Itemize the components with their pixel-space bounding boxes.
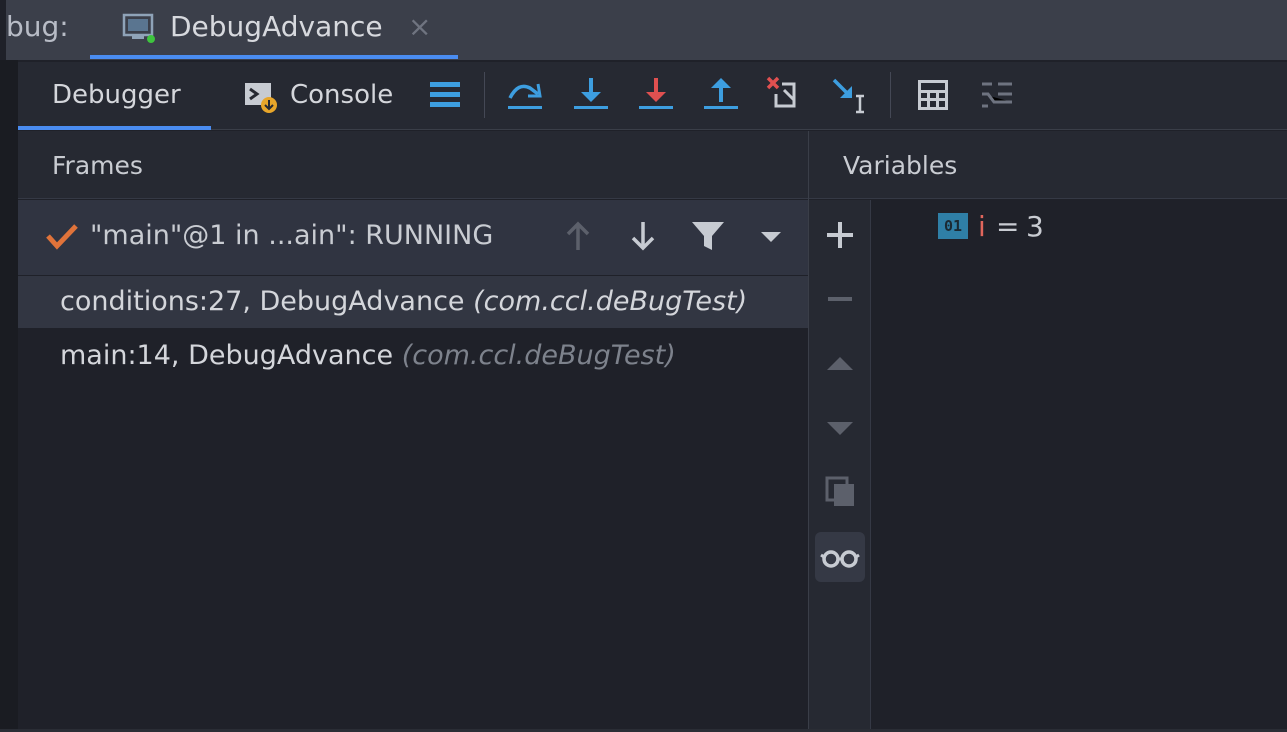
frame-method: conditions:27, DebugAdvance — [60, 286, 465, 317]
tab-debugger[interactable]: Debugger — [18, 62, 212, 130]
chevron-down-icon[interactable] — [751, 216, 791, 256]
force-step-into-icon[interactable] — [633, 72, 679, 118]
tab-console-label: Console — [290, 80, 394, 110]
left-edge — [0, 60, 18, 732]
tab-debugger-label: Debugger — [52, 80, 181, 110]
frames-header: Frames — [18, 131, 808, 199]
debug-tool-window-title: bug: — [6, 10, 69, 43]
frame-row[interactable]: main:14, DebugAdvance (com.ccl.deBugTest… — [18, 330, 808, 382]
next-frame-icon[interactable] — [623, 216, 663, 256]
variable-equals: = — [996, 210, 1020, 243]
step-out-icon[interactable] — [698, 72, 744, 118]
evaluate-expression-icon[interactable] — [910, 72, 956, 118]
console-icon — [245, 83, 277, 113]
move-down-icon[interactable] — [815, 402, 865, 452]
drop-frame-icon[interactable] — [762, 72, 808, 118]
duplicate-watch-icon[interactable] — [815, 466, 865, 516]
session-tab-bar: bug: DebugAdvance × — [6, 0, 1287, 60]
toolbar-separator — [890, 72, 891, 118]
debug-session-icon — [122, 13, 155, 43]
move-up-icon[interactable] — [815, 338, 865, 388]
session-tab-label: DebugAdvance — [170, 10, 383, 43]
variables-header: Variables — [809, 131, 1287, 199]
session-tab-debugadvance[interactable]: DebugAdvance × — [90, 0, 458, 60]
tab-console[interactable]: Console — [242, 62, 402, 130]
debug-tool-window: bug: DebugAdvance × Debugger Console Fra… — [0, 0, 1287, 732]
thread-label: "main"@1 in ...ain": RUNNING — [90, 220, 494, 251]
frame-row[interactable]: conditions:27, DebugAdvance (com.ccl.deB… — [18, 276, 808, 328]
checkmark-icon — [46, 224, 78, 250]
frame-package: (com.ccl.deBugTest) — [473, 286, 748, 317]
step-over-icon[interactable] — [502, 72, 548, 118]
variables-title: Variables — [843, 151, 958, 180]
primitive-type-icon: 01 — [938, 213, 968, 239]
add-watch-icon[interactable] — [815, 210, 865, 260]
frame-row-label: main:14, DebugAdvance (com.ccl.deBugTest… — [60, 340, 676, 371]
trace-current-stream-icon[interactable] — [974, 72, 1020, 118]
frames-title: Frames — [52, 151, 143, 180]
run-to-cursor-icon[interactable] — [826, 72, 872, 118]
previous-frame-icon[interactable] — [558, 216, 598, 256]
frame-package: (com.ccl.deBugTest) — [401, 340, 676, 371]
variables-side-toolbar — [809, 200, 871, 732]
close-icon[interactable]: × — [408, 10, 431, 43]
frame-method: main:14, DebugAdvance — [60, 340, 394, 371]
thread-selector[interactable]: "main"@1 in ...ain": RUNNING — [18, 200, 808, 275]
variables-tree: 01 i = 3 — [872, 200, 1287, 732]
glasses-icon[interactable] — [815, 532, 865, 582]
variable-value: 3 — [1026, 210, 1044, 243]
show-execution-point-icon[interactable] — [422, 72, 468, 118]
session-tab-underline — [90, 55, 458, 59]
frame-row-label: conditions:27, DebugAdvance (com.ccl.deB… — [60, 286, 747, 317]
toolbar-separator — [484, 72, 485, 118]
tab-debugger-underline — [18, 126, 211, 130]
remove-watch-icon[interactable] — [815, 274, 865, 324]
step-into-icon[interactable] — [568, 72, 614, 118]
debugger-toolbar: Debugger Console — [18, 62, 1287, 130]
filter-icon[interactable] — [688, 216, 728, 256]
variable-name: i — [978, 210, 986, 243]
frames-list: conditions:27, DebugAdvance (com.ccl.deB… — [18, 276, 808, 732]
